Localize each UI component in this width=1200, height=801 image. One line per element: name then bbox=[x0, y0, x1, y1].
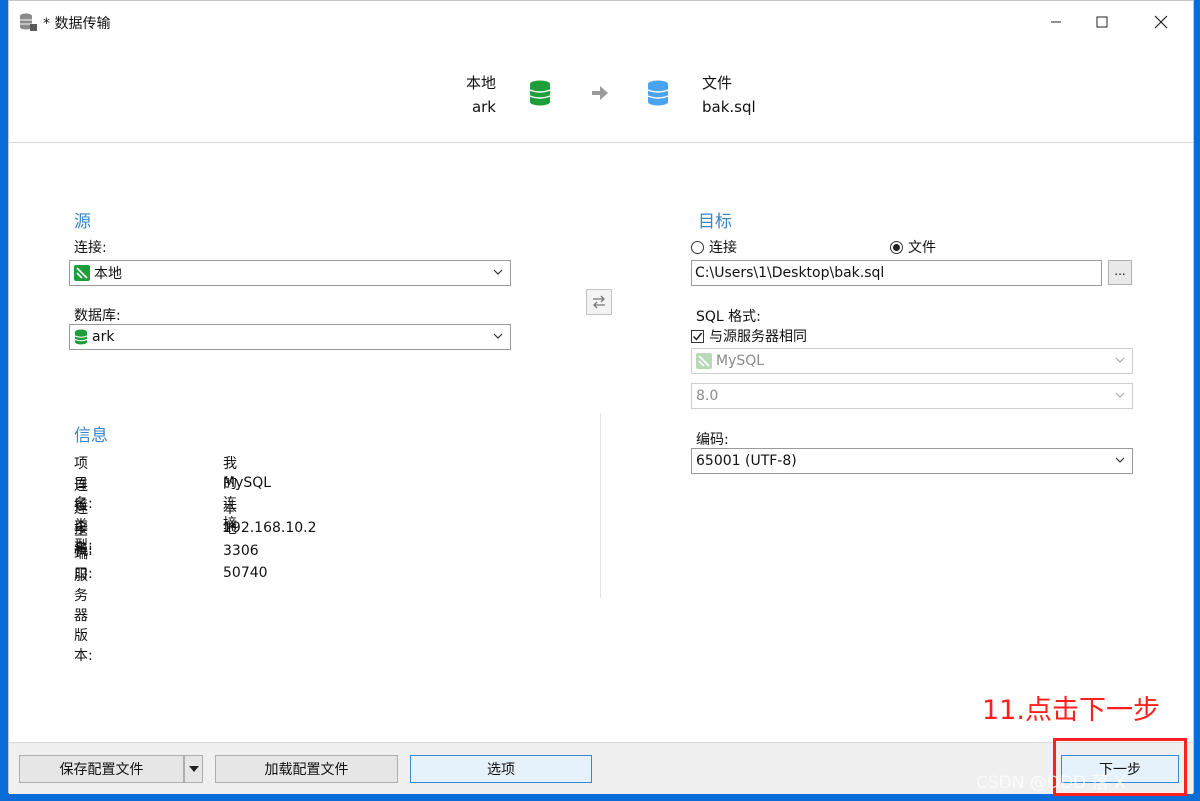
target-file-radio[interactable]: 文件 bbox=[890, 237, 936, 257]
encoding-value: 65001 (UTF-8) bbox=[696, 453, 797, 469]
sql-format-value: MySQL bbox=[716, 353, 765, 369]
mysql-connection-icon bbox=[74, 265, 90, 281]
watermark: CSDN @DDD 落 X bbox=[976, 773, 1126, 793]
database-label: 数据库: bbox=[74, 308, 121, 324]
save-config-dropdown-button[interactable] bbox=[184, 755, 203, 783]
source-database-icon bbox=[529, 80, 551, 110]
source-section-title: 源 bbox=[74, 212, 91, 232]
mysql-format-icon bbox=[696, 353, 712, 369]
transfer-summary-header: 本地 ark 文件 bak.sql bbox=[9, 43, 1193, 143]
same-as-source-checkbox[interactable]: 与源服务器相同 bbox=[691, 326, 807, 346]
close-button[interactable] bbox=[1138, 1, 1184, 43]
swap-arrows-icon bbox=[593, 295, 605, 309]
section-divider bbox=[600, 413, 601, 598]
data-transfer-window: * 数据传输 本地 ark 文件 bak.sql 源 连接: 本地 数据库: a… bbox=[8, 0, 1194, 794]
minimize-button[interactable] bbox=[1033, 1, 1079, 43]
header-source-name: ark bbox=[471, 98, 496, 116]
sql-version-select[interactable]: 8.0 bbox=[691, 383, 1133, 409]
chevron-down-icon bbox=[1115, 457, 1125, 463]
chevron-down-icon bbox=[1115, 392, 1125, 398]
annotation-instruction: 11.点击下一步 bbox=[982, 695, 1160, 726]
sql-version-value: 8.0 bbox=[696, 388, 719, 404]
encoding-label: 编码: bbox=[696, 432, 729, 448]
header-target-type: 文件 bbox=[702, 74, 733, 92]
connection-label: 连接: bbox=[74, 240, 107, 256]
info-section-title: 信息 bbox=[74, 426, 108, 446]
target-connection-radio[interactable]: 连接 bbox=[691, 237, 737, 257]
header-source-type: 本地 bbox=[465, 74, 496, 92]
close-icon bbox=[1154, 15, 1168, 29]
source-connection-value: 本地 bbox=[94, 266, 122, 282]
swap-source-target-button[interactable] bbox=[586, 289, 612, 315]
encoding-select[interactable]: 65001 (UTF-8) bbox=[691, 448, 1133, 474]
title-bar: * 数据传输 bbox=[9, 1, 1193, 43]
checkmark-icon bbox=[692, 332, 703, 341]
chevron-down-icon bbox=[493, 269, 503, 275]
save-config-button[interactable]: 保存配置文件 bbox=[19, 755, 184, 783]
window-title: * 数据传输 bbox=[43, 16, 111, 32]
sql-format-label: SQL 格式: bbox=[696, 309, 761, 325]
source-connection-select[interactable]: 本地 bbox=[69, 260, 511, 286]
header-target-name: bak.sql bbox=[702, 98, 756, 116]
target-file-database-icon bbox=[647, 80, 669, 110]
database-icon bbox=[74, 329, 88, 345]
arrow-right-icon bbox=[592, 86, 608, 104]
sql-format-select[interactable]: MySQL bbox=[691, 348, 1133, 374]
header-source: 本地 ark bbox=[466, 71, 496, 119]
header-target: 文件 bak.sql bbox=[702, 71, 756, 119]
source-database-select[interactable]: ark bbox=[69, 324, 511, 350]
caret-down-icon bbox=[188, 766, 199, 772]
maximize-button[interactable] bbox=[1079, 1, 1125, 43]
target-section-title: 目标 bbox=[698, 212, 732, 232]
maximize-icon bbox=[1096, 16, 1108, 28]
target-file-path-input[interactable]: C:\Users\1\Desktop\bak.sql bbox=[691, 260, 1102, 286]
chevron-down-icon bbox=[493, 333, 503, 339]
database-transfer-icon bbox=[18, 12, 38, 36]
source-database-value: ark bbox=[92, 329, 115, 345]
options-button[interactable]: 选项 bbox=[410, 755, 592, 783]
chevron-down-icon bbox=[1115, 357, 1125, 363]
browse-file-button[interactable]: ... bbox=[1108, 260, 1132, 285]
minimize-icon bbox=[1051, 21, 1061, 23]
load-config-button[interactable]: 加载配置文件 bbox=[215, 755, 398, 783]
